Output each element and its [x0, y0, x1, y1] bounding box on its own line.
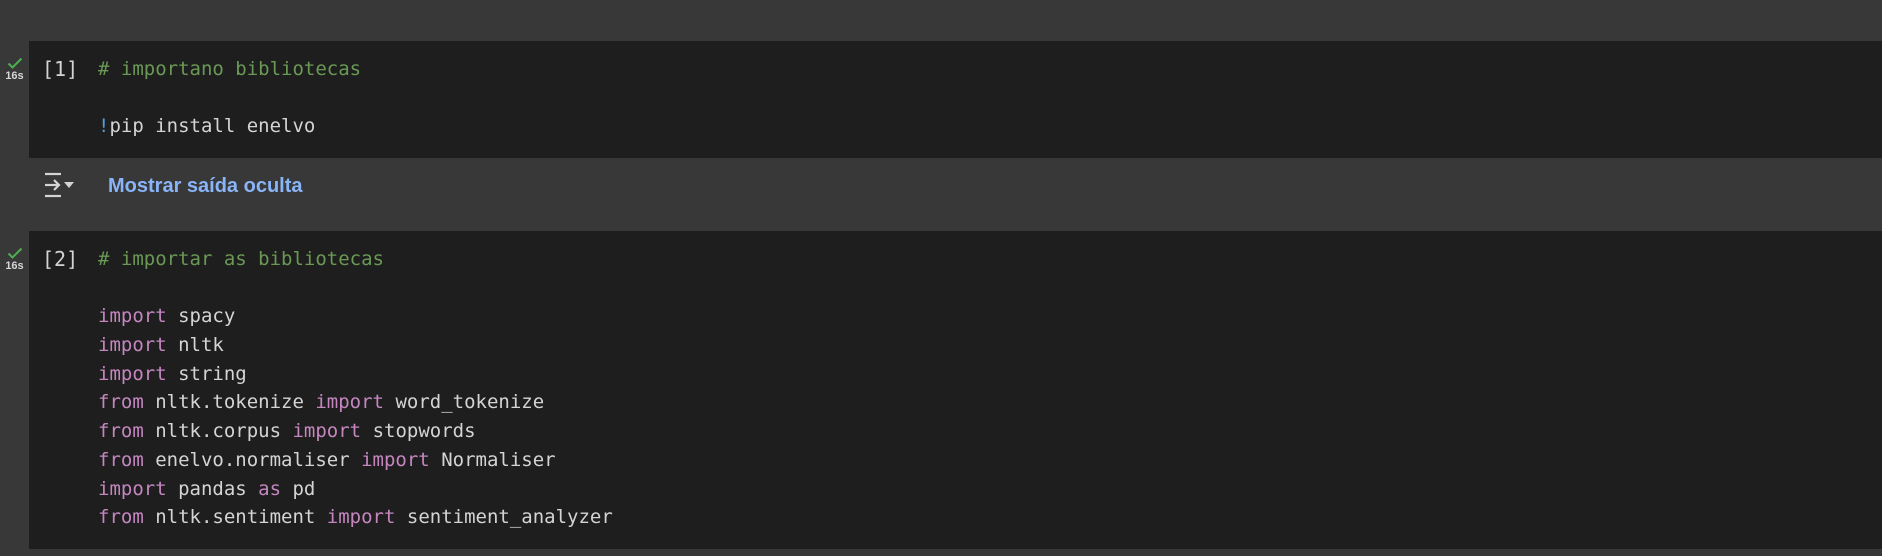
cell-status[interactable]: 16s [0, 247, 29, 272]
code-line[interactable]: # importano bibliotecas [98, 55, 361, 84]
check-icon [7, 247, 22, 259]
code-token: string [166, 362, 247, 385]
code-token: enelvo.normaliser [143, 448, 362, 471]
code-line[interactable]: from nltk.sentiment import sentiment_ana… [98, 503, 613, 532]
code-token: ! [98, 115, 110, 138]
keyword-token: import [315, 391, 384, 414]
code-cell-2[interactable]: 16s [2] # importar as bibliotecas import… [0, 231, 1882, 549]
code-line[interactable]: from nltk.tokenize import word_tokenize [98, 388, 613, 417]
code-line[interactable]: import nltk [98, 331, 613, 360]
execution-duration: 16s [5, 70, 24, 82]
code-token: stopwords [361, 420, 476, 443]
keyword-token: as [258, 477, 282, 500]
code-token: sentiment_analyzer [395, 506, 613, 529]
code-editor[interactable]: [1] # importano bibliotecas !pip install… [29, 41, 1882, 158]
comment-token: # importar as bibliotecas [98, 248, 384, 270]
keyword-token: import [326, 506, 396, 529]
code-line[interactable]: import spacy [98, 302, 613, 331]
code-token: nltk.sentiment [143, 506, 327, 529]
keyword-token: import [98, 362, 167, 385]
code-token: pandas [166, 477, 259, 500]
code-text[interactable]: # importar as bibliotecas import spacy im… [98, 245, 613, 532]
keyword-token: from [98, 448, 144, 471]
keyword-token: import [98, 305, 167, 328]
check-icon [7, 57, 22, 69]
execution-duration: 16s [5, 260, 24, 272]
execution-count: [1] [42, 57, 79, 81]
code-token: nltk.tokenize [143, 391, 316, 414]
keyword-token: import [98, 334, 167, 357]
code-token: pip install enelvo [109, 115, 316, 138]
keyword-token: from [98, 420, 144, 443]
code-line[interactable]: from nltk.corpus import stopwords [98, 417, 613, 446]
code-text[interactable]: # importano bibliotecas !pip install ene… [98, 55, 361, 141]
code-token: spacy [166, 305, 236, 328]
code-line[interactable]: # importar as bibliotecas [98, 245, 613, 274]
code-line[interactable] [98, 274, 613, 303]
notebook: 16s [1] # importano bibliotecas !pip ins… [0, 0, 1882, 556]
code-editor[interactable]: [2] # importar as bibliotecas import spa… [29, 231, 1882, 549]
cell-status[interactable]: 16s [0, 57, 29, 82]
code-cell-1[interactable]: 16s [1] # importano bibliotecas !pip ins… [0, 41, 1882, 158]
code-line[interactable] [98, 84, 361, 113]
code-token: word_tokenize [384, 391, 545, 414]
code-line[interactable]: !pip install enelvo [98, 112, 361, 141]
output-collapse-icon[interactable] [43, 171, 77, 199]
show-hidden-output-link[interactable]: Mostrar saída oculta [108, 173, 303, 199]
code-line[interactable]: import pandas as pd [98, 475, 613, 504]
keyword-token: import [361, 448, 430, 471]
keyword-token: import [98, 477, 167, 500]
keyword-token: import [292, 420, 362, 443]
output-area: Mostrar saída oculta [29, 158, 1882, 231]
code-token: nltk.corpus [143, 420, 293, 443]
code-line[interactable]: from enelvo.normaliser import Normaliser [98, 446, 613, 475]
keyword-token: from [98, 391, 144, 414]
keyword-token: from [98, 506, 144, 529]
code-token: nltk [166, 334, 224, 357]
code-token: pd [281, 477, 316, 500]
code-token: Normaliser [429, 448, 556, 471]
comment-token: # importano bibliotecas [98, 58, 362, 80]
execution-count: [2] [42, 247, 79, 271]
code-line[interactable]: import string [98, 360, 613, 389]
